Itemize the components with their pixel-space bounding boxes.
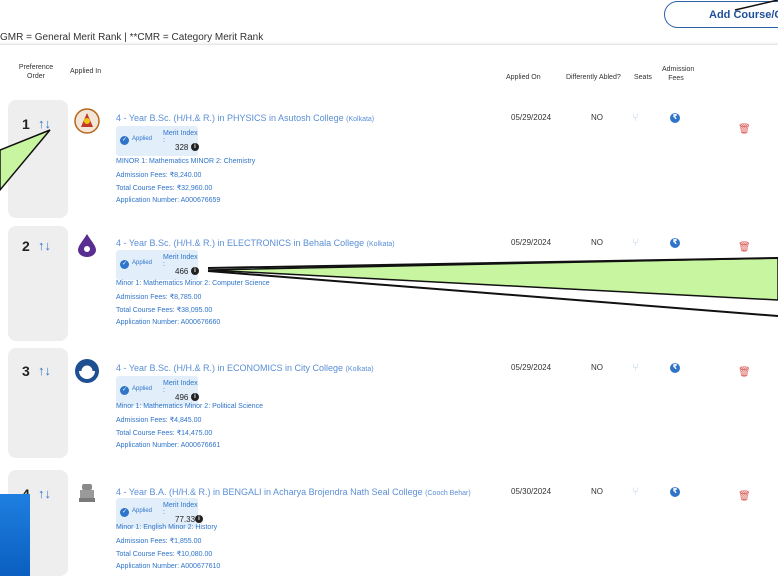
chair-icon[interactable]: ⑂ [632,112,639,124]
status-text: Applied [132,386,153,392]
applied-on: 05/30/2024 [511,487,552,496]
rupee-icon[interactable]: ₹ [670,113,680,123]
total-course-fees: Total Course Fees: ₹38,095.00 [116,307,213,314]
info-icon[interactable]: i [191,393,199,401]
trash-icon[interactable]: 🗑 [738,367,751,378]
college-logo-icon [79,484,95,502]
merit-label: Merit Index : [163,254,198,268]
merit-label: Merit Index : [163,502,198,516]
college-logo-icon [75,359,99,383]
admission-fees: Admission Fees: ₹8,240.00 [116,172,202,179]
applied-on: 05/29/2024 [511,238,552,247]
course-title: 4 - Year B.Sc. (H/H.& R.) in PHYSICS in … [116,113,375,123]
col-applied-in: Applied In [70,68,102,75]
trash-icon[interactable]: 🗑 [738,491,751,502]
application-number: Application Number: A000676661 [116,442,221,449]
admission-fees: Admission Fees: ₹4,845.00 [116,417,202,424]
merit-value: 466 [175,267,189,276]
sort-icon[interactable]: ↑↓ [38,486,51,501]
trash-icon[interactable]: 🗑 [738,242,751,253]
col-admission-fees: Admission Fees [662,66,695,82]
merit-value: 496 [175,393,189,402]
chair-icon[interactable]: ⑂ [632,237,639,249]
col-differently-abled: Differently Abled? [566,74,621,81]
info-icon[interactable]: i [191,143,199,151]
course-title: 4 - Year B.Sc. (H/H.& R.) in ECONOMICS i… [116,363,374,373]
check-icon: ✓ [120,260,129,269]
minor-subjects: Minor 1: Mathematics Minor 2: Computer S… [116,280,270,287]
differently-abled: NO [591,113,603,122]
rank-number: 3 [22,363,30,379]
rupee-icon[interactable]: ₹ [670,238,680,248]
minor-subjects: Minor 1: English Minor 2: History [116,524,218,531]
minor-subjects: MINOR 1: Mathematics MINOR 2: Chemistry [116,158,256,165]
status-text: Applied [132,260,153,266]
check-icon: ✓ [120,508,129,517]
info-icon[interactable]: i [191,267,199,275]
differently-abled: NO [591,238,603,247]
col-preference-order: Preference Order [18,64,54,80]
college-logo-icon [74,108,100,134]
total-course-fees: Total Course Fees: ₹14,475.00 [116,430,213,437]
status-text: Applied [132,136,153,142]
sort-icon[interactable]: ↑↓ [38,116,51,131]
application-number: Application Number: A000676659 [116,197,221,204]
college-logo-icon [78,234,96,257]
corner-decoration [0,494,30,576]
status-text: Applied [132,508,153,514]
add-course-college-button[interactable]: Add Course/College [664,1,778,28]
total-course-fees: Total Course Fees: ₹10,080.00 [116,551,213,558]
check-icon: ✓ [120,136,129,145]
rank-number: 2 [22,238,30,254]
merit-value: 328 [175,143,189,152]
chair-icon[interactable]: ⑂ [632,486,639,498]
merit-label: Merit Index : [163,130,198,144]
status-badge: ✓ Applied Merit Index : 466 i [116,250,199,280]
check-icon: ✓ [120,386,129,395]
status-badge: ✓ Applied Merit Index : 496 i [116,376,199,406]
trash-icon[interactable]: 🗑 [738,124,751,135]
admission-fees: Admission Fees: ₹8,785.00 [116,294,202,301]
top-bar: Add Course/College GMR = General Merit R… [0,0,778,43]
application-number: Application Number: A000676660 [116,319,221,326]
rank-legend: GMR = General Merit Rank | **CMR = Categ… [0,32,264,43]
differently-abled: NO [591,487,603,496]
differently-abled: NO [591,363,603,372]
merit-value: 77.33 [175,515,196,524]
application-number: Application Number: A000677610 [116,563,221,570]
info-icon[interactable]: i [195,515,203,523]
rupee-icon[interactable]: ₹ [670,487,680,497]
admission-fees: Admission Fees: ₹1,855.00 [116,538,202,545]
col-applied-on: Applied On [506,74,541,81]
chair-icon[interactable]: ⑂ [632,362,639,374]
rupee-icon[interactable]: ₹ [670,363,680,373]
col-seats: Seats [634,74,652,81]
applied-on: 05/29/2024 [511,113,552,122]
minor-subjects: Minor 1: Mathematics Minor 2: Political … [116,403,264,410]
course-title: 4 - Year B.A. (H/H.& R.) in BENGALI in A… [116,487,471,497]
sort-icon[interactable]: ↑↓ [38,363,51,378]
status-badge: ✓ Applied Merit Index : 328 i [116,126,199,156]
course-title: 4 - Year B.Sc. (H/H.& R.) in ELECTRONICS… [116,238,395,248]
applied-on: 05/29/2024 [511,363,552,372]
rank-number: 1 [22,116,30,132]
total-course-fees: Total Course Fees: ₹32,960.00 [116,185,213,192]
sort-icon[interactable]: ↑↓ [38,238,51,253]
merit-label: Merit Index : [163,380,198,394]
